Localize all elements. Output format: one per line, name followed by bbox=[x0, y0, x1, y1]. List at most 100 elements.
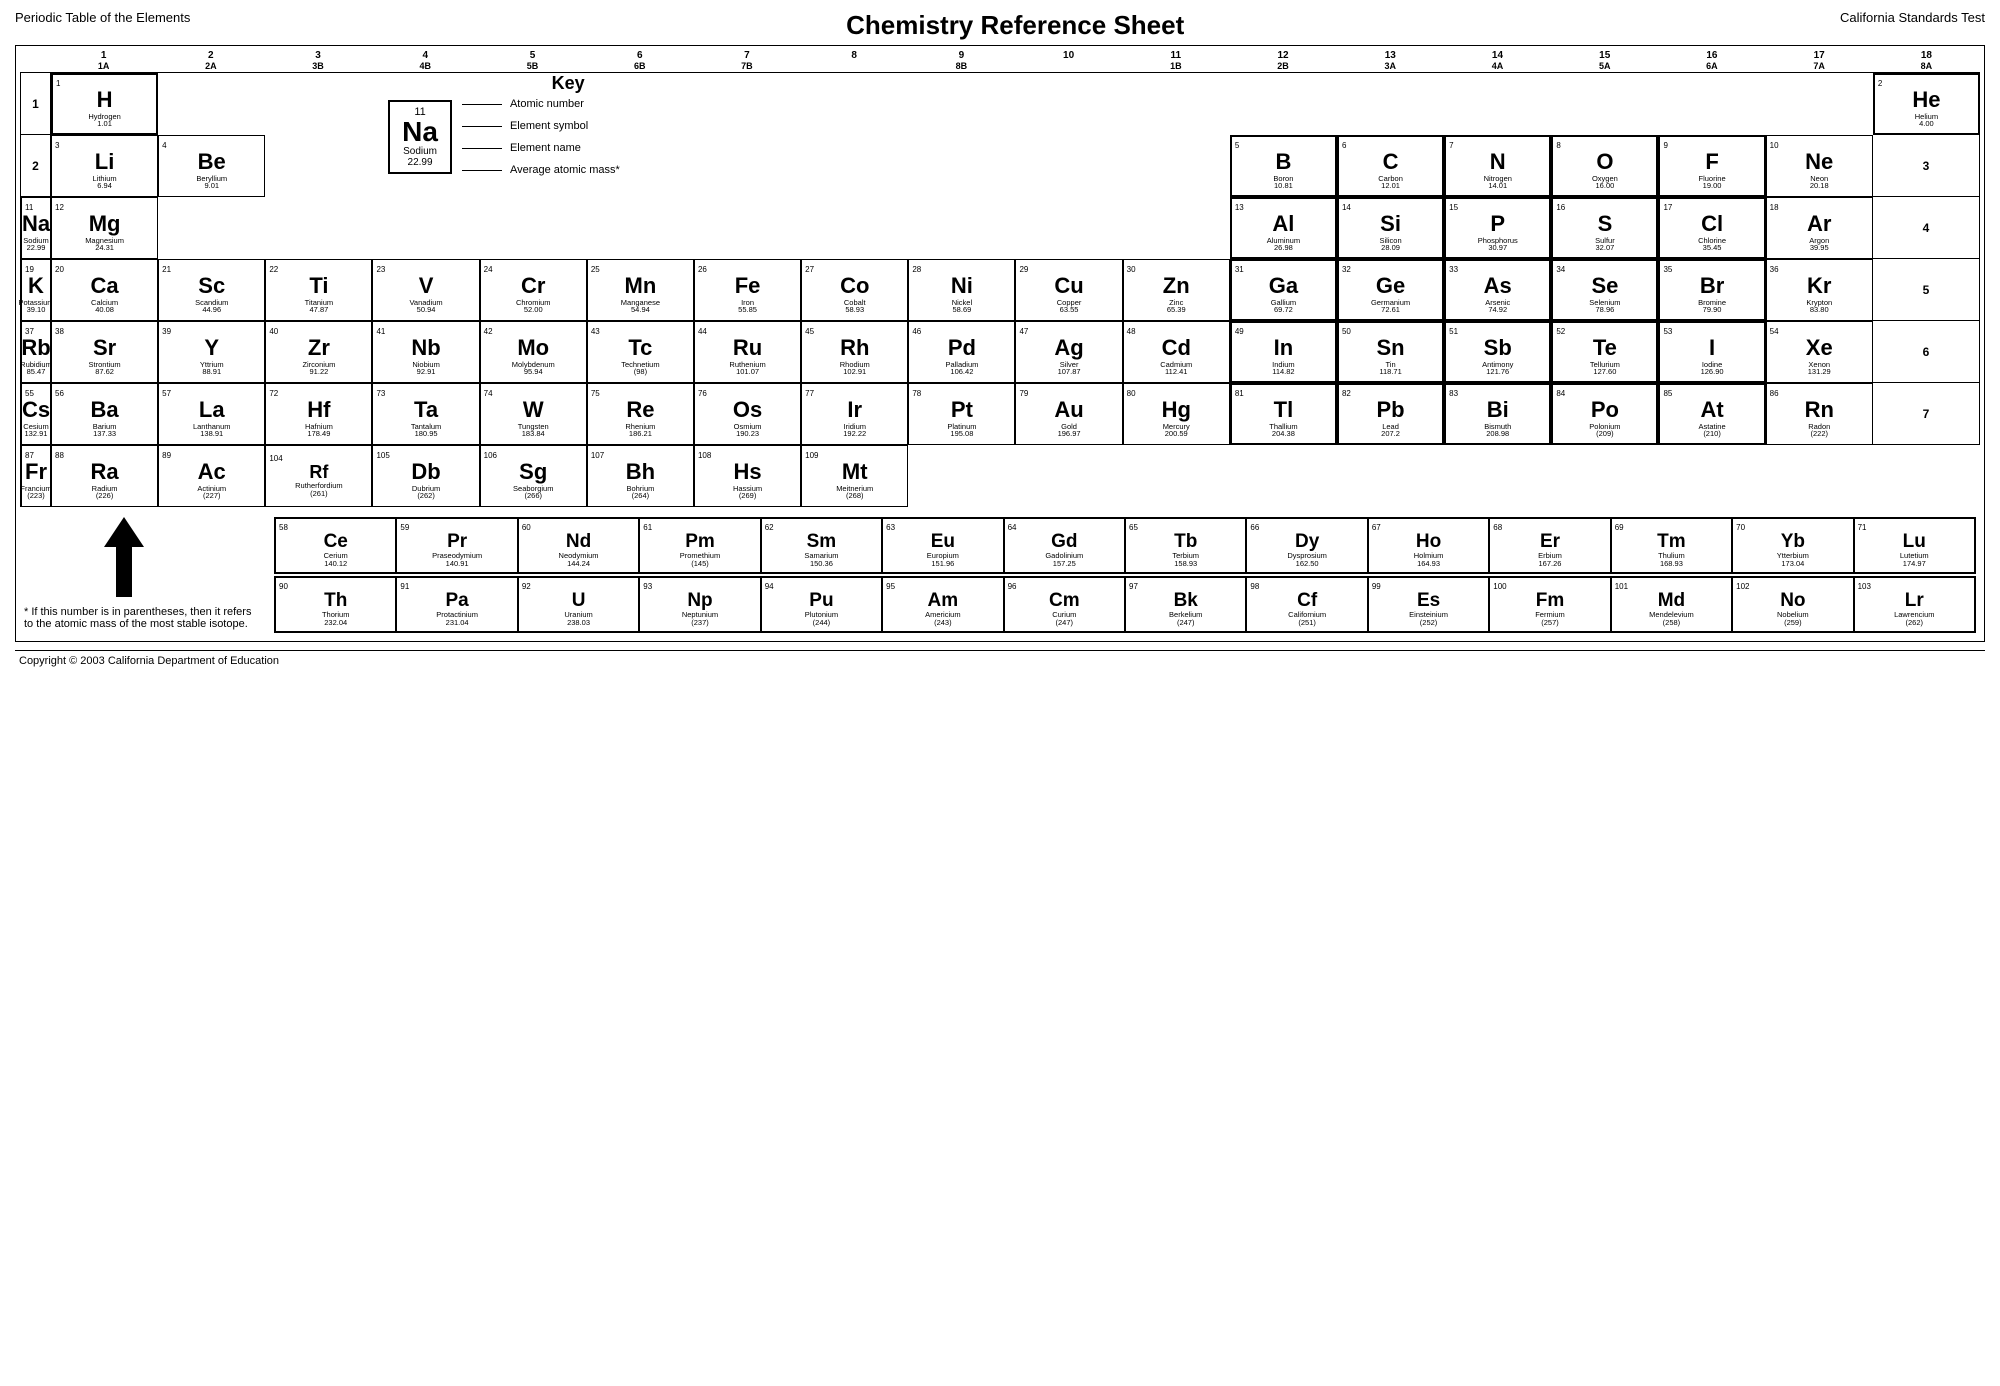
element-Ag: 47AgSilver107.87 bbox=[1015, 321, 1122, 383]
element-Tl: 81TlThallium204.38 bbox=[1230, 383, 1337, 445]
element-Th: 90ThThorium232.04 bbox=[275, 577, 396, 632]
element-Y: 39YYttrium88.91 bbox=[158, 321, 265, 383]
element-Sn: 50SnTin118.71 bbox=[1337, 321, 1444, 383]
element-K: 19KPotassium39.10 bbox=[21, 259, 51, 321]
element-Br: 35BrBromine79.90 bbox=[1658, 259, 1765, 321]
element-Ti: 22TiTitanium47.87 bbox=[265, 259, 372, 321]
group-num-13: 133A bbox=[1337, 50, 1444, 72]
element-Si: 14SiSilicon28.09 bbox=[1337, 197, 1444, 259]
group-num-18: 188A bbox=[1873, 50, 1980, 72]
element-O: 8OOxygen16.00 bbox=[1551, 135, 1658, 197]
group-num-2: 22A bbox=[157, 50, 264, 72]
element-Cr: 24CrChromium52.00 bbox=[480, 259, 587, 321]
group-num-1: 11A bbox=[50, 50, 157, 72]
element-Md: 101MdMendelevium(258) bbox=[1611, 577, 1732, 632]
group-num-15: 155A bbox=[1551, 50, 1658, 72]
page-header: Periodic Table of the Elements Chemistry… bbox=[15, 10, 1985, 41]
lanthanide-row: 58CeCerium140.12 59PrPraseodymium140.91 … bbox=[274, 517, 1976, 574]
element-Bk: 97BkBerkelium(247) bbox=[1125, 577, 1246, 632]
period-col-spacer bbox=[20, 50, 50, 72]
element-Pb: 82PbLead207.2 bbox=[1337, 383, 1444, 445]
element-Te: 52TeTellurium127.60 bbox=[1551, 321, 1658, 383]
element-Pd: 46PdPalladium106.42 bbox=[908, 321, 1015, 383]
element-Cd: 48CdCadmium112.41 bbox=[1123, 321, 1230, 383]
element-Np: 93NpNeptunium(237) bbox=[639, 577, 760, 632]
element-Ir: 77IrIridium192.22 bbox=[801, 383, 908, 445]
element-Pu: 94PuPlutonium(244) bbox=[761, 577, 882, 632]
element-Hg: 80HgMercury200.59 bbox=[1123, 383, 1230, 445]
group-num-16: 166A bbox=[1658, 50, 1765, 72]
element-Zn: 30ZnZinc65.39 bbox=[1123, 259, 1230, 321]
group-num-14: 144A bbox=[1444, 50, 1551, 72]
element-S: 16SSulfur32.07 bbox=[1551, 197, 1658, 259]
bottom-section: * If this number is in parentheses, then… bbox=[20, 513, 1980, 637]
element-Er: 68ErErbium167.26 bbox=[1489, 518, 1610, 573]
group-num-5: 55B bbox=[479, 50, 586, 72]
element-Gd: 64GdGadolinium157.25 bbox=[1004, 518, 1125, 573]
element-La: 57LaLanthanum138.91 bbox=[158, 383, 265, 445]
element-Au: 79AuGold196.97 bbox=[1015, 383, 1122, 445]
element-Ga: 31GaGallium69.72 bbox=[1230, 259, 1337, 321]
element-W: 74WTungsten183.84 bbox=[480, 383, 587, 445]
element-Ba: 56BaBarium137.33 bbox=[51, 383, 158, 445]
group-num-8: 8 bbox=[801, 50, 908, 72]
element-Pm: 61PmPromethium(145) bbox=[639, 518, 760, 573]
element-Co: 27CoCobalt58.93 bbox=[801, 259, 908, 321]
element-Cs: 55CsCesium132.91 bbox=[21, 383, 51, 445]
element-Ni: 28NiNickel58.69 bbox=[908, 259, 1015, 321]
group-num-7: 77B bbox=[693, 50, 800, 72]
element-Rb: 37RbRubidium85.47 bbox=[21, 321, 51, 383]
element-Be: 4BeBeryllium9.01 bbox=[158, 135, 265, 197]
key-title: Key bbox=[388, 73, 748, 94]
element-Eu: 63EuEuropium151.96 bbox=[882, 518, 1003, 573]
element-Tc: 43TcTechnetium(98) bbox=[587, 321, 694, 383]
element-Sb: 51SbAntimony121.76 bbox=[1444, 321, 1551, 383]
element-Mo: 42MoMolybdenum95.94 bbox=[480, 321, 587, 383]
group-num-11: 111B bbox=[1122, 50, 1229, 72]
element-Al: 13AlAluminum26.98 bbox=[1230, 197, 1337, 259]
element-He: 2 He Helium 4.00 bbox=[1873, 73, 1980, 135]
element-Lu: 71LuLutetium174.97 bbox=[1854, 518, 1975, 573]
element-Mg: 12MgMagnesium24.31 bbox=[51, 197, 158, 259]
group-num-12: 122B bbox=[1229, 50, 1336, 72]
element-V: 23VVanadium50.94 bbox=[372, 259, 479, 321]
element-Os: 76OsOsmium190.23 bbox=[694, 383, 801, 445]
p7-empty bbox=[1123, 445, 1980, 507]
element-I: 53IIodine126.90 bbox=[1658, 321, 1765, 383]
p3-empty bbox=[265, 197, 1230, 259]
element-Li: 3LiLithium6.94 bbox=[51, 135, 158, 197]
p2-empty bbox=[265, 135, 1230, 197]
element-Re: 75ReRhenium186.21 bbox=[587, 383, 694, 445]
copyright-text: Copyright © 2003 California Department o… bbox=[15, 650, 1985, 671]
main-grid: 1 1 H Hydrogen 1.01 Key 11 Na Sodium 22.… bbox=[20, 72, 1980, 507]
header-left: Periodic Table of the Elements bbox=[15, 10, 190, 25]
element-Pa: 91PaProtactinium231.04 bbox=[396, 577, 517, 632]
element-Am: 95AmAmericium(243) bbox=[882, 577, 1003, 632]
period-label-3: 3 bbox=[1873, 135, 1980, 197]
element-Sc: 21ScScandium44.96 bbox=[158, 259, 265, 321]
element-Mn: 25MnManganese54.94 bbox=[587, 259, 694, 321]
element-Yb: 70YbYtterbium173.04 bbox=[1732, 518, 1853, 573]
element-Bh: 107BhBohrium(264) bbox=[587, 445, 694, 507]
element-Po: 84PoPolonium(209) bbox=[1551, 383, 1658, 445]
element-H: 1 H Hydrogen 1.01 bbox=[51, 73, 158, 135]
element-Rh: 45RhRhodium102.91 bbox=[801, 321, 908, 383]
element-Cf: 98CfCalifornium(251) bbox=[1246, 577, 1367, 632]
key-atomic-number-label: Atomic number bbox=[462, 98, 620, 110]
footnote-star-symbol: * bbox=[24, 606, 28, 618]
period-label-1: 1 bbox=[21, 73, 51, 135]
periodic-table: 11A 22A 33B 44B 55B 66B 77B 8 98B 10 111… bbox=[15, 45, 1985, 642]
element-U: 92UUranium238.03 bbox=[518, 577, 639, 632]
element-N: 7NNitrogen14.01 bbox=[1444, 135, 1551, 197]
element-Ge: 32GeGermanium72.61 bbox=[1337, 259, 1444, 321]
element-P: 15PPhosphorus30.97 bbox=[1444, 197, 1551, 259]
element-Ne: 10NeNeon20.18 bbox=[1766, 135, 1873, 197]
element-Kr: 36KrKrypton83.80 bbox=[1766, 259, 1873, 321]
group-num-10: 10 bbox=[1015, 50, 1122, 72]
element-Nd: 60NdNeodymium144.24 bbox=[518, 518, 639, 573]
element-In: 49InIndium114.82 bbox=[1230, 321, 1337, 383]
element-Nb: 41NbNiobium92.91 bbox=[372, 321, 479, 383]
element-Es: 99EsEinsteinium(252) bbox=[1368, 577, 1489, 632]
group-num-4: 44B bbox=[372, 50, 479, 72]
element-As: 33AsArsenic74.92 bbox=[1444, 259, 1551, 321]
